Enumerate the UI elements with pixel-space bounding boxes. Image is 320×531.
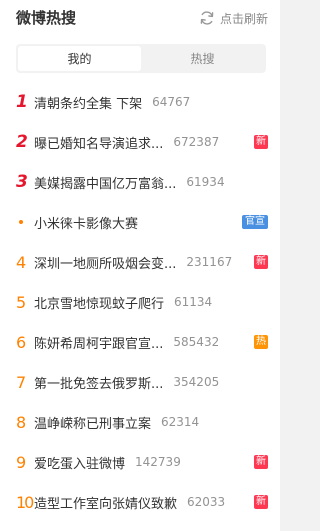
heat-count: 62033 — [187, 495, 226, 509]
hot-search-list: 1 清朝条约全集 下架 64767 2 曝已婚知名导演追求... 672387 … — [16, 82, 268, 522]
tab-bar: 我的 热搜 — [16, 44, 266, 73]
rank-number: 10 — [16, 492, 34, 512]
heat-count: 142739 — [135, 455, 181, 469]
new-badge: 新 — [254, 135, 268, 149]
list-item[interactable]: 8 温峥嵘称已刑事立案 62314 — [16, 402, 268, 442]
list-item[interactable]: 2 曝已婚知名导演追求... 672387 新 — [16, 122, 268, 162]
topic-label: 爱吃蛋入驻微博 — [34, 456, 126, 472]
new-badge: 新 — [254, 255, 268, 269]
refresh-button[interactable]: 点击刷新 — [199, 10, 268, 26]
list-item[interactable]: 7 第一批免签去俄罗斯... 354205 — [16, 362, 268, 402]
rank-number: 5 — [16, 292, 27, 312]
list-item[interactable]: 1 清朝条约全集 下架 64767 — [16, 82, 268, 122]
rank-number: 4 — [16, 252, 27, 272]
panel-title: 微博热搜 — [16, 9, 77, 27]
heat-count: 61134 — [174, 295, 213, 309]
topic-label: 清朝条约全集 下架 — [34, 96, 143, 112]
list-item[interactable]: 3 美媒揭露中国亿万富翁... 61934 — [16, 162, 268, 202]
list-item[interactable]: 6 陈妍希周柯宇跟官宣... 585432 热 — [16, 322, 268, 362]
refresh-label: 点击刷新 — [219, 11, 268, 26]
rank-number: 1 — [16, 92, 28, 112]
rank-number: 9 — [16, 452, 27, 472]
heat-count: 672387 — [173, 135, 220, 149]
hot-search-panel: 微博热搜 点击刷新 我的 热搜 1 清朝条约全集 下架 64767 2 曝已婚知… — [0, 0, 280, 531]
topic-label: 第一批免签去俄罗斯... — [34, 376, 164, 392]
heat-count: 61934 — [186, 175, 225, 189]
rank-number: 6 — [16, 332, 27, 352]
topic-label: 温峥嵘称已刑事立案 — [34, 416, 152, 432]
list-item[interactable]: 10 造型工作室向张婧仪致歉 62033 新 — [16, 482, 268, 522]
rank-number: 2 — [16, 132, 28, 152]
official-badge: 官宣 — [242, 215, 268, 229]
topic-label: 小米徕卡影像大赛 — [34, 216, 139, 232]
list-item[interactable]: 5 北京雪地惊现蚊子爬行 61134 — [16, 282, 268, 322]
panel-header: 微博热搜 点击刷新 — [16, 8, 268, 28]
heat-count: 354205 — [173, 375, 220, 389]
heat-count: 231167 — [186, 255, 233, 269]
refresh-icon — [200, 11, 214, 25]
list-item[interactable]: 9 爱吃蛋入驻微博 142739 新 — [16, 442, 268, 482]
topic-label: 深圳一地厕所吸烟会变... — [34, 256, 177, 272]
list-item-ad[interactable]: 小米徕卡影像大赛 官宣 — [16, 202, 268, 242]
heat-count: 62314 — [161, 415, 200, 429]
heat-count: 64767 — [152, 95, 191, 109]
rank-number: 7 — [16, 372, 27, 392]
topic-label: 曝已婚知名导演追求... — [34, 136, 164, 152]
tab-mine[interactable]: 我的 — [18, 46, 141, 71]
bullet-dot — [16, 220, 34, 224]
heat-count: 585432 — [173, 335, 220, 349]
list-item[interactable]: 4 深圳一地厕所吸烟会变... 231167 新 — [16, 242, 268, 282]
topic-label: 美媒揭露中国亿万富翁... — [34, 176, 177, 192]
rank-number: 8 — [16, 412, 27, 432]
tab-hot-search[interactable]: 热搜 — [141, 46, 264, 71]
new-badge: 新 — [254, 495, 268, 509]
topic-label: 造型工作室向张婧仪致歉 — [34, 496, 178, 512]
rank-number: 3 — [16, 172, 28, 192]
topic-label: 陈妍希周柯宇跟官宣... — [34, 336, 164, 352]
topic-label: 北京雪地惊现蚊子爬行 — [34, 296, 165, 312]
page-background-strip — [280, 0, 294, 531]
new-badge: 新 — [254, 455, 268, 469]
hot-badge: 热 — [254, 335, 268, 349]
